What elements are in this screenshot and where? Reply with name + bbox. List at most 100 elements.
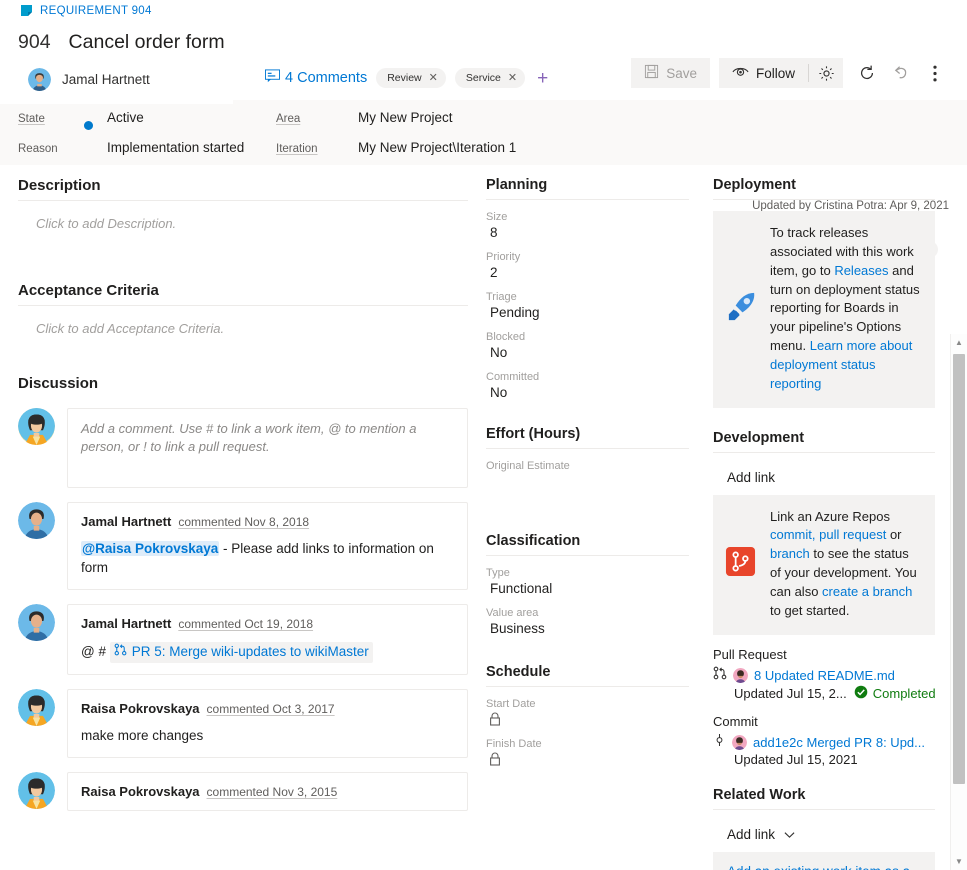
- breadcrumb-label[interactable]: REQUIREMENT 904: [40, 5, 152, 17]
- commit-item[interactable]: add1e2c Merged PR 8: Upd... Updated Jul …: [713, 733, 935, 767]
- reason-field[interactable]: Reason Implementation started: [18, 140, 244, 170]
- comments-link[interactable]: 4 Comments: [265, 69, 367, 87]
- branch-link[interactable]: branch: [770, 546, 810, 561]
- tag-service[interactable]: Service ✕: [455, 68, 525, 88]
- field-size[interactable]: Size 8: [486, 211, 689, 242]
- scroll-down-arrow[interactable]: ▼: [951, 853, 967, 870]
- refresh-icon[interactable]: [850, 58, 884, 88]
- field-start-date: Start Date: [486, 698, 689, 729]
- related-add-link-button[interactable]: Add link: [713, 821, 795, 852]
- divider: [713, 809, 935, 810]
- field-label: Committed: [486, 371, 689, 383]
- save-icon: [644, 64, 659, 82]
- discussion-title: Discussion: [18, 375, 468, 392]
- breadcrumb[interactable]: REQUIREMENT 904: [20, 4, 152, 17]
- undo-icon[interactable]: [884, 58, 918, 88]
- related-work-suggestion[interactable]: Add an existing work item as a parent: [713, 852, 935, 870]
- field-label: Size: [486, 211, 689, 223]
- state-field[interactable]: State Active: [18, 110, 244, 140]
- scroll-up-arrow[interactable]: ▲: [951, 334, 967, 351]
- comment-timestamp[interactable]: commented Nov 3, 2015: [207, 785, 338, 799]
- acceptance-criteria-field[interactable]: Click to add Acceptance Criteria.: [18, 317, 468, 375]
- pull-request-item[interactable]: 8 Updated README.md Updated Jul 15, 2...…: [713, 666, 935, 702]
- divider: [713, 199, 935, 200]
- close-icon[interactable]: ✕: [429, 73, 438, 84]
- pull-request-icon: [713, 666, 727, 685]
- releases-link[interactable]: Releases: [834, 263, 888, 278]
- description-field[interactable]: Click to add Description.: [18, 212, 468, 282]
- commit-pr-link[interactable]: commit, pull request: [770, 527, 886, 542]
- mention-link[interactable]: @Raisa Pokrovskaya: [81, 541, 219, 556]
- comment-placeholder: Add a comment. Use # to link a work item…: [81, 420, 454, 455]
- comment-input[interactable]: Add a comment. Use # to link a work item…: [67, 408, 468, 488]
- eye-icon: [732, 65, 749, 81]
- rocket-icon: [725, 290, 759, 328]
- title-row: 904 Cancel order form: [18, 31, 225, 54]
- scrollbar-thumb[interactable]: [953, 354, 965, 784]
- acceptance-criteria-title: Acceptance Criteria: [18, 282, 468, 299]
- avatar: [18, 772, 55, 809]
- work-item-body: Description Click to add Description. Ac…: [0, 167, 967, 870]
- new-comment-row: Add a comment. Use # to link a work item…: [18, 408, 468, 488]
- requirement-icon: [20, 4, 33, 17]
- pull-request-link[interactable]: PR 5: Merge wiki-updates to wikiMaster: [132, 643, 369, 662]
- repos-icon: [725, 546, 759, 582]
- pull-request-group-label: Pull Request: [713, 647, 935, 662]
- save-button[interactable]: Save: [631, 58, 710, 88]
- field-type[interactable]: Type Functional: [486, 567, 689, 598]
- avatar: [18, 689, 55, 726]
- follow-button[interactable]: Follow: [719, 58, 808, 88]
- field-original-estimate[interactable]: Original Estimate: [486, 460, 689, 491]
- column-left: Description Click to add Description. Ac…: [0, 167, 480, 870]
- field-blocked[interactable]: Blocked No: [486, 331, 689, 362]
- planning-title: Planning: [486, 177, 689, 193]
- pull-request-icon: [114, 643, 127, 662]
- comment-card[interactable]: Raisa Pokrovskaya commented Nov 3, 2015: [67, 772, 468, 811]
- comment-card[interactable]: Jamal Hartnett commented Oct 19, 2018 @ …: [67, 604, 468, 675]
- pull-request-chip[interactable]: PR 5: Merge wiki-updates to wikiMaster: [110, 642, 373, 663]
- field-priority[interactable]: Priority 2: [486, 251, 689, 282]
- divider: [18, 305, 468, 306]
- deployment-title: Deployment: [713, 177, 935, 193]
- iteration-value: My New Project\Iteration 1: [358, 140, 516, 155]
- field-label: Start Date: [486, 698, 689, 710]
- pull-request-link[interactable]: 8 Updated README.md: [754, 668, 895, 683]
- comment-timestamp[interactable]: commented Oct 19, 2018: [178, 617, 313, 631]
- comment-row: Raisa Pokrovskaya commented Oct 3, 2017 …: [18, 689, 468, 758]
- more-vertical-icon[interactable]: [918, 58, 952, 88]
- close-icon[interactable]: ✕: [508, 73, 517, 84]
- create-branch-link[interactable]: create a branch: [822, 584, 912, 599]
- development-info-text: Link an Azure Repos commit, pull request…: [770, 508, 923, 621]
- field-value: [486, 474, 689, 491]
- work-item-id: 904: [18, 31, 51, 54]
- area-field[interactable]: Area My New Project: [276, 110, 516, 140]
- page-scrollbar[interactable]: ▲ ▼: [950, 334, 967, 870]
- divider: [486, 199, 689, 200]
- tag-review[interactable]: Review ✕: [376, 68, 446, 88]
- field-label: Blocked: [486, 331, 689, 343]
- development-info-card: Link an Azure Repos commit, pull request…: [713, 495, 935, 635]
- toolbar: Save Follow: [631, 58, 952, 88]
- comment-card[interactable]: Raisa Pokrovskaya commented Oct 3, 2017 …: [67, 689, 468, 758]
- divider: [486, 448, 689, 449]
- comment-row: Raisa Pokrovskaya commented Nov 3, 2015: [18, 772, 468, 811]
- avatar: [18, 408, 55, 445]
- iteration-field[interactable]: Iteration My New Project\Iteration 1: [276, 140, 516, 170]
- comment-timestamp[interactable]: commented Oct 3, 2017: [207, 702, 335, 716]
- notch: [0, 100, 233, 104]
- divider: [486, 555, 689, 556]
- work-item-title[interactable]: Cancel order form: [69, 31, 225, 54]
- field-triage[interactable]: Triage Pending: [486, 291, 689, 322]
- state-value: Active: [107, 110, 144, 125]
- comment-card[interactable]: Jamal Hartnett commented Nov 8, 2018 @Ra…: [67, 502, 468, 590]
- comment-author: Jamal Hartnett: [81, 616, 171, 631]
- work-item-header: REQUIREMENT 904 904 Cancel order form Ja…: [0, 0, 967, 100]
- field-committed[interactable]: Committed No: [486, 371, 689, 402]
- assignee[interactable]: Jamal Hartnett: [28, 68, 150, 91]
- development-add-link-button[interactable]: Add link: [713, 464, 775, 495]
- comment-timestamp[interactable]: commented Nov 8, 2018: [178, 515, 309, 529]
- add-tag-button[interactable]: +: [534, 69, 551, 88]
- gear-icon[interactable]: [809, 58, 843, 88]
- commit-link[interactable]: add1e2c Merged PR 8: Upd...: [753, 735, 925, 750]
- field-value-area[interactable]: Value area Business: [486, 607, 689, 638]
